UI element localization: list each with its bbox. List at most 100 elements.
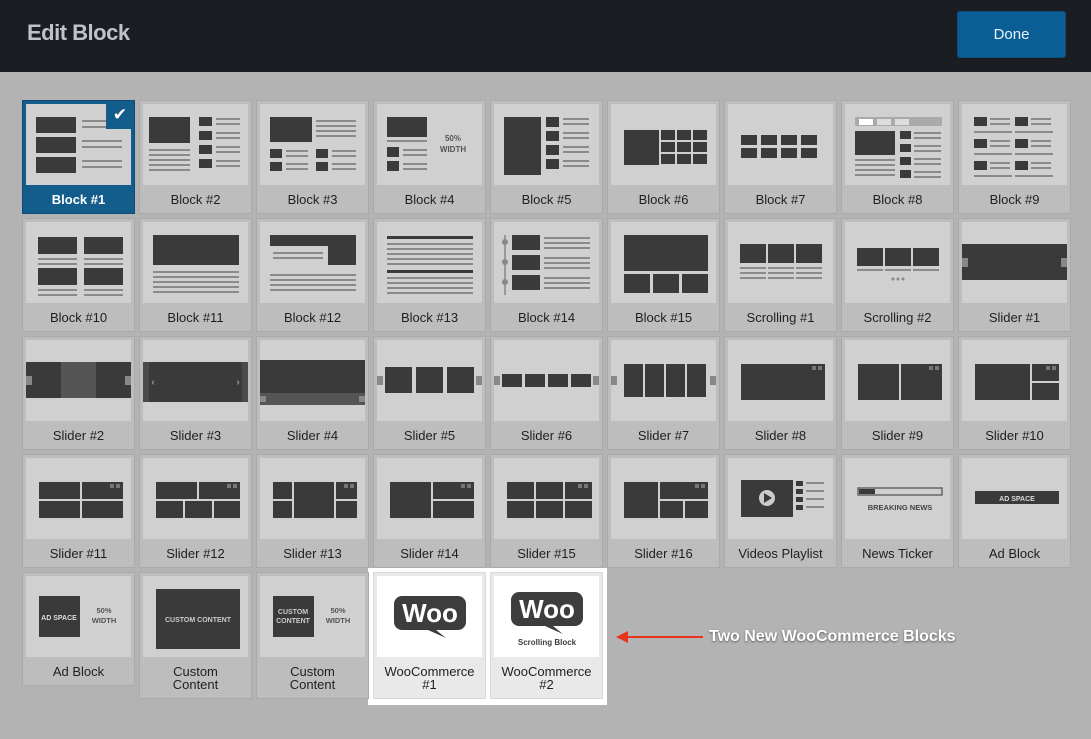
svg-text:AD SPACE: AD SPACE	[41, 615, 77, 622]
block-thumbnail	[494, 104, 599, 185]
block-thumbnail	[845, 222, 950, 303]
svg-text:50%: 50%	[445, 134, 461, 143]
block-tile[interactable]: Slider #9	[841, 336, 954, 450]
block-thumbnail	[611, 340, 716, 421]
block-label: Ad Block	[988, 546, 1041, 561]
block-label: Slider #7	[637, 428, 690, 443]
block-label: Slider #12	[166, 546, 225, 561]
block-tile[interactable]: Block #13	[373, 218, 486, 332]
svg-text:50%: 50%	[330, 606, 345, 615]
block-label: Slider #14	[400, 546, 459, 561]
block-thumbnail	[962, 340, 1067, 421]
block-tile[interactable]: Block #2	[139, 100, 252, 214]
block-tile[interactable]: 50% WIDTH Block #4	[373, 100, 486, 214]
block-thumbnail	[728, 458, 833, 539]
block-label: Block #13	[400, 310, 459, 325]
block-tile[interactable]: Slider #1	[958, 218, 1071, 332]
block-thumbnail	[611, 222, 716, 303]
block-label: Block #9	[989, 192, 1040, 207]
block-label: Block #8	[872, 192, 923, 207]
dialog-title: Edit Block	[27, 20, 130, 45]
block-tile[interactable]: Slider #2	[22, 336, 135, 450]
block-tile[interactable]: ✔ Block #1	[22, 100, 135, 214]
block-tile[interactable]: Block #3	[256, 100, 369, 214]
block-label: Slider #9	[871, 428, 924, 443]
block-label: Block #12	[283, 310, 342, 325]
block-thumbnail	[26, 222, 131, 303]
block-tile[interactable]: Slider #6	[490, 336, 603, 450]
checkmark-icon: ✔	[106, 101, 134, 129]
block-tile[interactable]: Block #6	[607, 100, 720, 214]
block-tile[interactable]: Slider #16	[607, 454, 720, 568]
block-thumbnail	[260, 104, 365, 185]
block-thumbnail	[26, 340, 131, 421]
svg-text:›: ›	[236, 377, 239, 388]
block-tile[interactable]: Slider #14	[373, 454, 486, 568]
block-tile[interactable]: Block #12	[256, 218, 369, 332]
block-thumbnail	[728, 222, 833, 303]
block-tile[interactable]: AD SPACE 50% WIDTH Ad Block	[22, 572, 135, 686]
block-tile[interactable]: Block #14	[490, 218, 603, 332]
block-thumbnail	[26, 458, 131, 539]
block-tile[interactable]: Block #10	[22, 218, 135, 332]
block-tile[interactable]: Slider #13	[256, 454, 369, 568]
block-tile[interactable]: Slider #11	[22, 454, 135, 568]
block-label: Slider #6	[520, 428, 573, 443]
block-tile[interactable]: Block #11	[139, 218, 252, 332]
arrow-icon	[616, 631, 703, 643]
block-label: Custom Content	[172, 664, 219, 692]
block-thumbnail	[143, 222, 248, 303]
block-tile[interactable]: Slider #5	[373, 336, 486, 450]
block-thumbnail	[260, 222, 365, 303]
block-tile[interactable]: Slider #12	[139, 454, 252, 568]
block-label: Slider #1	[988, 310, 1041, 325]
block-label: Slider #10	[985, 428, 1044, 443]
block-tile[interactable]: CUSTOM CONTENT Custom Content	[139, 572, 252, 699]
svg-text:AD SPACE: AD SPACE	[999, 496, 1035, 503]
block-tile[interactable]: Slider #7	[607, 336, 720, 450]
block-tile[interactable]: AD SPACE Ad Block	[958, 454, 1071, 568]
svg-text:BREAKING NEWS: BREAKING NEWS	[868, 503, 933, 512]
svg-text:‹: ‹	[151, 377, 154, 388]
block-tile[interactable]: ‹ › Slider #3	[139, 336, 252, 450]
block-thumbnail: AD SPACE	[962, 458, 1067, 539]
block-thumbnail: CUSTOM CONTENT	[143, 576, 248, 657]
svg-text:50%: 50%	[96, 606, 111, 615]
block-tile[interactable]: BREAKING NEWS News Ticker	[841, 454, 954, 568]
block-label: Block #10	[49, 310, 108, 325]
block-tile[interactable]: Block #15	[607, 218, 720, 332]
block-thumbnail: 50% WIDTH	[377, 104, 482, 185]
block-tile[interactable]: Slider #10	[958, 336, 1071, 450]
block-tile[interactable]: Slider #4	[256, 336, 369, 450]
block-tile[interactable]: Scrolling #1	[724, 218, 837, 332]
block-label: Slider #11	[49, 546, 108, 561]
block-tile[interactable]: Slider #15	[490, 454, 603, 568]
block-tile[interactable]: Slider #8	[724, 336, 837, 450]
block-label: Block #14	[517, 310, 576, 325]
block-tile[interactable]: Videos Playlist	[724, 454, 837, 568]
block-tile[interactable]: Block #7	[724, 100, 837, 214]
block-thumbnail	[728, 104, 833, 185]
block-thumbnail: CUSTOM CONTENT 50% WIDTH	[260, 576, 365, 657]
block-tile[interactable]: Block #5	[490, 100, 603, 214]
svg-text:CONTENT: CONTENT	[276, 618, 311, 625]
block-tile[interactable]: Scrolling #2	[841, 218, 954, 332]
svg-text:Scrolling Block: Scrolling Block	[518, 638, 577, 647]
block-tile[interactable]: CUSTOM CONTENT 50% WIDTH Custom Content	[256, 572, 369, 699]
block-thumbnail	[845, 340, 950, 421]
block-thumbnail	[377, 340, 482, 421]
block-label: Block #2	[170, 192, 221, 207]
block-tile[interactable]: Woo WooCommerce #1	[373, 572, 486, 699]
block-label: Slider #8	[754, 428, 807, 443]
block-tile[interactable]: Woo Scrolling Block WooCommerce #2	[490, 572, 603, 699]
block-label: Block #11	[167, 310, 224, 325]
block-tile[interactable]: Block #9	[958, 100, 1071, 214]
block-thumbnail	[728, 340, 833, 421]
block-thumbnail: BREAKING NEWS	[845, 458, 950, 539]
done-button[interactable]: Done	[957, 11, 1066, 58]
block-label: Ad Block	[52, 664, 105, 679]
block-tile[interactable]: Block #8	[841, 100, 954, 214]
block-thumbnail	[143, 458, 248, 539]
block-label: Block #5	[521, 192, 572, 207]
block-label: Block #3	[287, 192, 338, 207]
